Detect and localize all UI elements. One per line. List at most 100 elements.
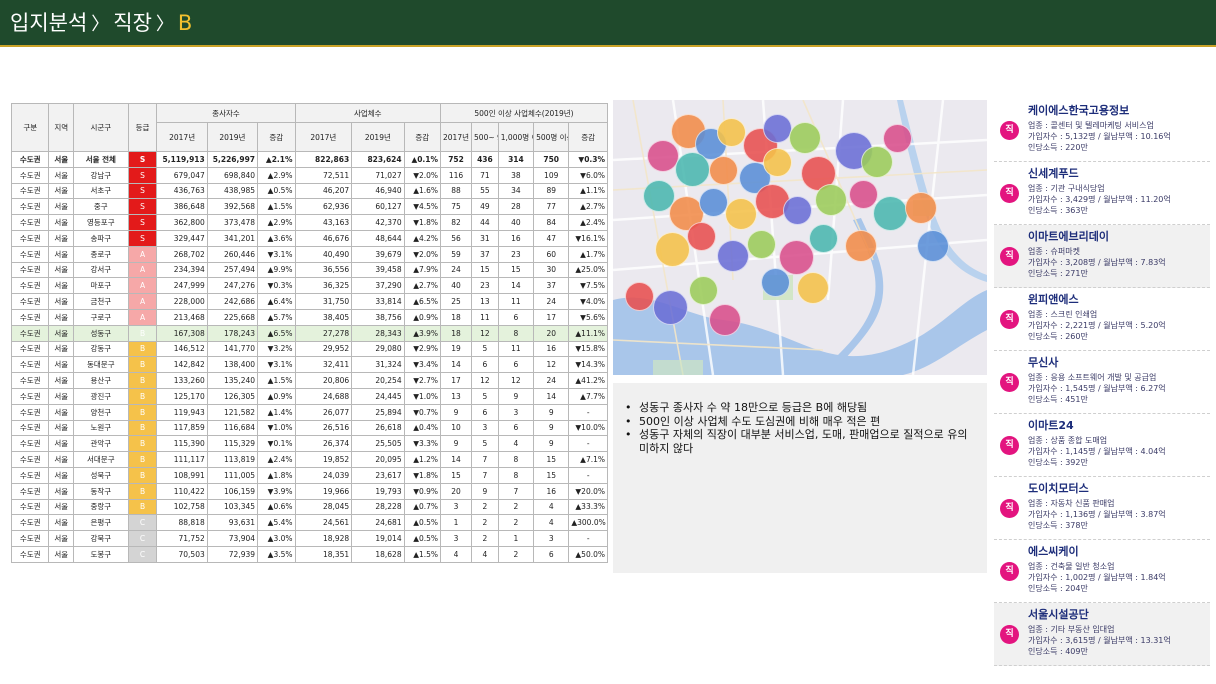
company-card[interactable]: 직 에스씨케이 업종 : 건축물 일반 청소업 가입자수 : 1,002명 / 월납부… [994,540,1210,603]
workplace-bubble[interactable] [625,282,654,311]
table-cell: 30 [533,261,570,279]
workplace-bubble[interactable] [689,276,718,305]
table-cell: 386,648 [156,198,208,216]
company-card[interactable]: 직 이마트24 업종 : 상품 종합 도매업 가입자수 : 1,145명 / 월납부액… [994,414,1210,477]
table-cell: ▼7.5% [568,277,608,295]
table-cell: 329,447 [156,229,208,247]
table-cell: 서울 [48,451,75,468]
table-cell: 8 [497,466,535,484]
table-cell: 2 [471,498,499,516]
table-row: 수도권 서울 관악구 B 115,390 115,329 ▼0.1% 26,374 25,505… [10,435,608,453]
table-cell: ▲50.0% [568,545,608,563]
workplace-bubble[interactable] [717,240,749,272]
table-cell: ▼1.0% [403,387,442,405]
company-card[interactable]: 직 이마트에브리데이 업종 : 슈퍼마켓 가입자수 : 3,208명 / 월납부액 :… [994,225,1210,288]
table-cell: S [127,229,158,247]
breadcrumb-1: 입지분석 [10,11,88,35]
workplace-bubble[interactable] [845,230,877,262]
workplace-bubble[interactable] [717,118,746,147]
table-cell: B [127,482,158,500]
table-row: 수도권 서울 중구 S 386,648 392,568 ▲1.5% 62,936 60,127 ▼… [10,198,608,216]
table-cell: 15 [497,261,535,279]
workplace-bubble[interactable] [809,224,838,253]
table-cell: ▼2.0% [403,166,442,184]
table-cell: 84 [533,214,570,231]
page-header: 입지분석 〉 직장 〉 B [0,0,1216,47]
company-card[interactable]: 직 무신사 업종 : 응용 소프트웨어 개발 및 공급업 가입자수 : 1,545명 … [994,351,1210,414]
workplace-bubble[interactable] [761,268,790,297]
table-cell: ▲6.5% [403,293,442,310]
workplace-bubble[interactable] [709,156,738,185]
table-cell: 13 [471,293,499,310]
table-cell: 강남구 [73,166,129,184]
table-cell: 36,556 [294,261,353,279]
table-cell: 111,117 [156,451,208,468]
note-item: 성동구 종사자 수 약 18만으로 등급은 B에 해당됨 [623,401,973,415]
table-cell: ▲2.7% [568,198,608,216]
table-cell: 141,770 [206,340,259,358]
workplace-bubble[interactable] [709,304,741,336]
table-cell: 은평구 [73,514,129,532]
table-cell: 서울 [48,214,75,231]
table-cell: ▼2.0% [403,245,442,263]
table-cell: 4 [533,514,570,532]
table-cell: 37,290 [351,277,405,295]
company-stats: 가입자수 : 1,002명 / 월납부액 : 1.84억 [1028,573,1166,582]
company-card[interactable]: 직 케이에스한국고용정보 업종 : 콜센터 및 텔레마케팅 서비스업 가입자수 : 5… [994,99,1210,162]
table-cell: 25,894 [351,403,405,421]
table-cell: 20,806 [294,372,353,389]
workplace-bubble[interactable] [883,124,912,153]
table-cell: 14 [440,451,473,468]
workplace-bubble[interactable] [687,222,716,251]
table-cell: ▼10.0% [568,419,608,437]
workplace-bubble[interactable] [797,272,829,304]
company-card[interactable]: 직 신세계푸드 업종 : 기관 구내식당업 가입자수 : 3,429명 / 월납부액 … [994,162,1210,225]
workplace-bubble[interactable] [725,198,757,230]
table-cell: ▲2.4% [257,451,296,468]
table-row: 수도권 서울 성북구 B 108,991 111,005 ▲1.8% 24,039 23,617… [10,466,608,484]
table-cell: 6 [497,308,535,326]
workplace-bubble[interactable] [789,122,821,154]
district-map[interactable] [613,100,987,375]
table-cell: 362,800 [156,214,208,231]
company-card[interactable]: 직 윈피앤에스 업종 : 스크린 인쇄업 가입자수 : 2,221명 / 월납부액 :… [994,288,1210,351]
table-cell: 서울 [48,545,75,563]
table-cell: 6 [471,356,499,374]
workplace-bubble[interactable] [763,148,792,177]
workplace-bubble[interactable] [699,188,728,217]
table-cell: 24,681 [351,514,405,532]
table-cell: 12 [533,356,570,374]
workplace-bubble[interactable] [747,230,776,259]
table-cell: 40 [497,214,535,231]
table-cell: 수도권 [10,245,50,263]
workplace-bubble[interactable] [815,184,847,216]
table-cell: ▲0.7% [403,498,442,516]
table-cell: 12 [497,372,535,389]
table-cell: 38,756 [351,308,405,326]
table-cell: ▲2.9% [257,214,296,231]
company-card[interactable]: 직 서울시설공단 업종 : 기타 부동산 임대업 가입자수 : 3,615명 / 월납… [994,603,1210,666]
table-cell: 송파구 [73,229,129,247]
table-cell: 20 [533,324,570,342]
workplace-bubble[interactable] [905,192,937,224]
table-cell: 823,624 [351,151,405,168]
table-cell: 11 [497,293,535,310]
table-cell: 9 [440,403,473,421]
table-cell: 19,793 [351,482,405,500]
table-row: 수도권 서울 강북구 C 71,752 73,904 ▲3.0% 18,928 19,014 ▲0… [10,530,608,547]
table-cell: ▼4.0% [568,293,608,310]
table-cell: 29,080 [351,340,405,358]
note-item: 성동구 자체의 직장이 대부분 서비스업, 도매, 판매업으로 질적으로 유의미… [623,428,973,455]
company-card[interactable]: 직 도이치모터스 업종 : 자동차 신품 판매업 가입자수 : 1,136명 / 월납… [994,477,1210,540]
workplace-bubble[interactable] [849,180,878,209]
table-cell: 46,676 [294,229,353,247]
workplace-bubble[interactable] [783,196,812,225]
workplace-bubble[interactable] [861,146,893,178]
table-cell: 106,159 [206,482,259,500]
table-cell: 72,939 [206,545,259,563]
table-cell: 서울 [48,166,75,184]
workplace-bubble[interactable] [917,230,949,262]
company-name: 케이에스한국고용정보 [1028,104,1130,117]
workplace-bubble[interactable] [763,114,792,143]
analysis-notes: 성동구 종사자 수 약 18만으로 등급은 B에 해당됨 500인 이상 사업체… [613,383,987,573]
